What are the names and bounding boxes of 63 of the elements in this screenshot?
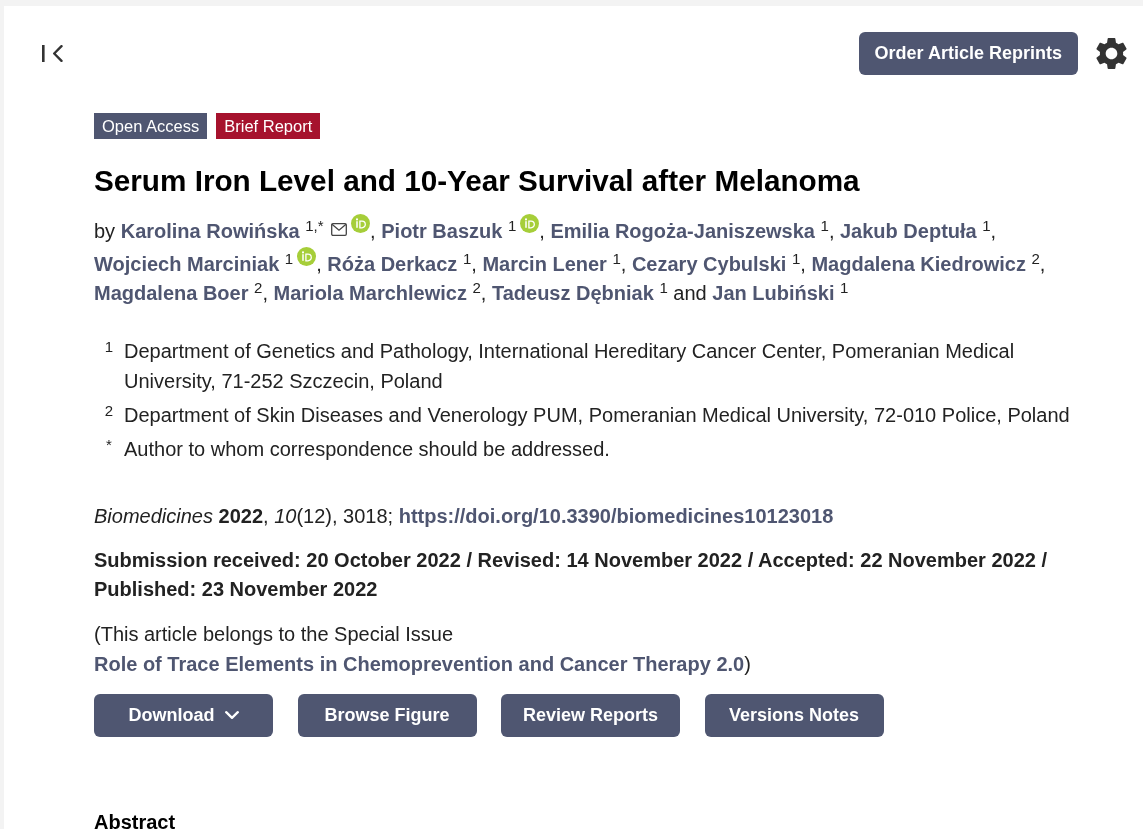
affiliation-mark: 1 bbox=[792, 249, 801, 267]
conjunction-text: and bbox=[673, 282, 707, 304]
article-tag: Open Access bbox=[94, 113, 208, 139]
punctuation-text: , bbox=[370, 220, 376, 242]
author-link[interactable]: Magdalena Kiedrowicz bbox=[811, 252, 1026, 275]
author-link[interactable]: Wojciech Marciniak bbox=[94, 252, 280, 275]
author-link[interactable]: Emilia Rogoża-Janiszewska bbox=[550, 220, 815, 242]
punctuation-text: , bbox=[990, 220, 997, 242]
action-button[interactable]: Browse Figure bbox=[297, 693, 477, 737]
punctuation-text: , bbox=[1039, 252, 1046, 275]
punctuation-text: , bbox=[828, 220, 835, 242]
affiliation-mark: 1 bbox=[840, 279, 849, 297]
affiliation-mark: 2 bbox=[1031, 249, 1040, 267]
dropdown-button[interactable]: Download bbox=[94, 693, 273, 737]
affiliation-mark: 1,* bbox=[305, 217, 324, 235]
punctuation-text: , bbox=[316, 252, 322, 275]
punctuation-text: , bbox=[471, 252, 477, 275]
article-tag: Brief Report bbox=[216, 113, 321, 139]
email-icon[interactable] bbox=[331, 223, 348, 236]
affiliation-mark: 1 bbox=[507, 217, 517, 235]
article-title: Serum Iron Level and 10-Year Survival after Melanoma bbox=[94, 163, 861, 199]
author-link[interactable]: Cezary Cybulski bbox=[631, 252, 787, 275]
reprints-button[interactable]: Order Article Reprints bbox=[858, 32, 1078, 75]
punctuation-text: , bbox=[480, 282, 487, 304]
affiliation-mark: 1 bbox=[982, 217, 991, 235]
author-link[interactable]: Mariola Marchlewicz bbox=[273, 282, 467, 304]
author-link[interactable]: Tadeusz Dębniak bbox=[491, 282, 654, 304]
author-link[interactable]: Karolina Rowińska bbox=[120, 220, 300, 242]
affiliation-mark: 1 bbox=[462, 249, 472, 267]
chevron-down-icon bbox=[224, 711, 239, 719]
affiliation-mark: 2 bbox=[472, 279, 481, 297]
section-heading: Abstract bbox=[94, 809, 177, 829]
dates-text: Submission received: 20 October 2022 / Revised: 14 November 2022 / Accepted: 22 November 2022 / Published: 23 November 2022 bbox=[94, 547, 1049, 602]
special-issue-note: (This article belongs to the Special Issue Role of Trace Elements in Chemoprevention and Cancer Therapy 2.0) bbox=[94, 621, 752, 677]
collapse-icon[interactable] bbox=[42, 45, 63, 62]
affiliation-text: Department of Genetics and Pathology, International Hereditary Cancer Center, Pomeranian Medical University, 71-252 Szczecin, Poland bbox=[124, 338, 1016, 394]
affiliation-text: Author to whom correspondence should be addressed. bbox=[124, 436, 611, 462]
author-link[interactable]: Piotr Baszuk bbox=[381, 220, 503, 242]
doi-link[interactable]: https://doi.org/10.3390/biomedicines10123018 bbox=[398, 504, 834, 527]
affiliation-number: * bbox=[105, 434, 113, 455]
affiliation-mark: 1 bbox=[612, 249, 621, 267]
settings-icon[interactable] bbox=[1096, 38, 1127, 69]
affiliation-text: Department of Skin Diseases and Venerology PUM, Pomeranian Medical University, 72-010 Police, Poland bbox=[124, 402, 1071, 428]
punctuation-text: , bbox=[539, 220, 545, 242]
author-link[interactable]: Marcin Lener bbox=[482, 252, 607, 275]
punctuation-text: , bbox=[262, 282, 268, 304]
affiliation-mark: 1 bbox=[659, 279, 668, 297]
affiliation-mark: 1 bbox=[284, 249, 294, 267]
author-link[interactable]: Jakub Deptuła bbox=[840, 220, 977, 242]
affiliation-mark: 1 bbox=[820, 217, 829, 235]
punctuation-text: , bbox=[800, 252, 806, 275]
author-link[interactable]: Magdalena Boer bbox=[94, 282, 249, 304]
byline-prefix: by bbox=[94, 220, 116, 242]
author-link[interactable]: Jan Lubiński bbox=[712, 282, 835, 304]
special-issue-link[interactable]: Role of Trace Elements in Chemoprevention and Cancer Therapy 2.0 bbox=[94, 652, 745, 675]
affiliation-number: 1 bbox=[103, 336, 115, 357]
affiliation-number: 2 bbox=[103, 400, 115, 421]
punctuation-text: , bbox=[620, 252, 627, 275]
action-button[interactable]: Versions Notes bbox=[704, 693, 884, 737]
affiliation-mark: 2 bbox=[254, 279, 263, 297]
action-button[interactable]: Review Reports bbox=[501, 693, 680, 737]
author-link[interactable]: Róża Derkacz bbox=[327, 252, 458, 275]
citation-text: Biomedicines 2022, 10(12), 3018; https://doi.org/10.3390/biomedicines10123018 bbox=[94, 503, 835, 529]
